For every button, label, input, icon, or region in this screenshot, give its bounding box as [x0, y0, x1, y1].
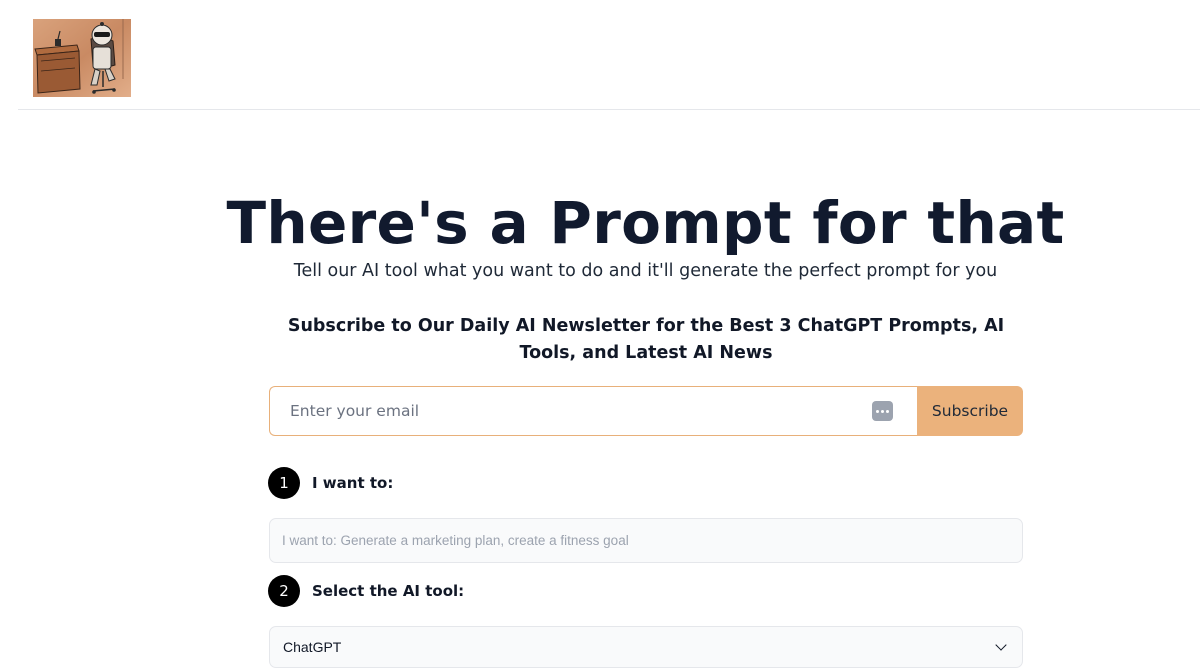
- step-2-header: 2 Select the AI tool:: [268, 575, 464, 607]
- ai-tool-selected-value: ChatGPT: [283, 639, 342, 655]
- subscribe-button[interactable]: Subscribe: [917, 386, 1023, 436]
- robot-logo-image: [33, 19, 131, 97]
- step-number-badge: 2: [268, 575, 300, 607]
- page-title: There's a Prompt for that: [226, 189, 1065, 257]
- step-1-header: 1 I want to:: [268, 467, 393, 499]
- site-header: [18, 0, 1200, 110]
- email-input[interactable]: [269, 386, 917, 436]
- newsletter-heading: Subscribe to Our Daily AI Newsletter for…: [287, 316, 1005, 363]
- page-subtitle: Tell our AI tool what you want to do and…: [293, 261, 998, 281]
- step-label: I want to:: [312, 474, 394, 492]
- newsletter-form: Subscribe: [269, 386, 1023, 436]
- step-number-badge: 1: [268, 467, 300, 499]
- task-input[interactable]: [269, 518, 1023, 563]
- step-label: Select the AI tool:: [312, 582, 465, 600]
- chevron-down-icon: [995, 638, 1007, 651]
- password-manager-icon[interactable]: [872, 401, 893, 421]
- ai-tool-select[interactable]: ChatGPT: [269, 626, 1023, 668]
- site-logo[interactable]: [33, 19, 131, 97]
